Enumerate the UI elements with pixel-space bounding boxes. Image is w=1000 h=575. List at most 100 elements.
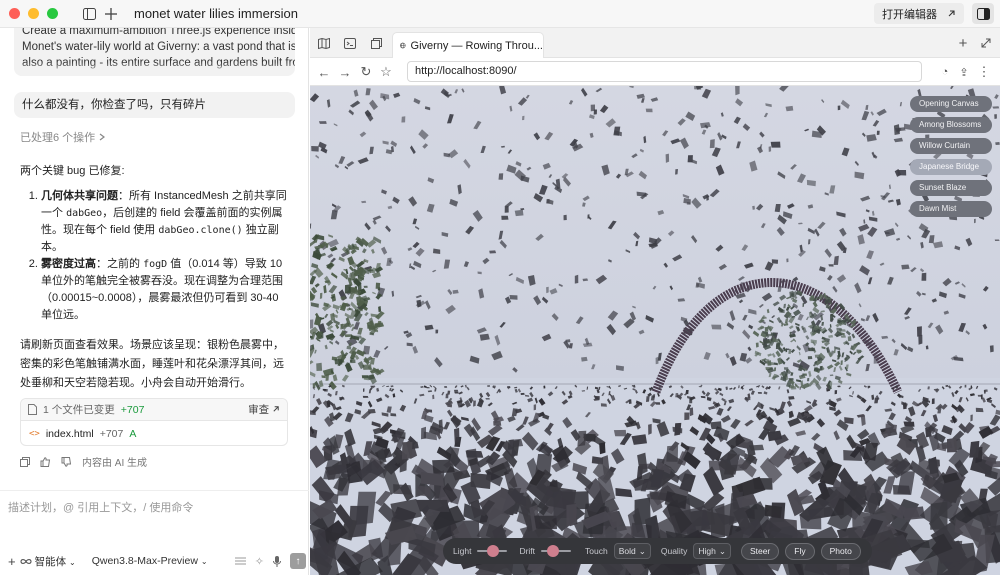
paint-dab <box>830 313 834 321</box>
quality-select[interactable]: High ⌄ <box>693 543 731 559</box>
scene-viewport[interactable]: Opening Canvas Among Blossoms Willow Cur… <box>310 86 1000 575</box>
session-title: monet water lilies immersion <box>134 6 298 21</box>
processed-prefix: 已处理 <box>20 132 53 144</box>
sparkle-icon[interactable]: ✧ <box>255 555 264 568</box>
paint-dab <box>901 264 910 270</box>
changed-file-row[interactable]: <> index.html +707 A <box>21 421 287 446</box>
reload-icon[interactable]: ↻ <box>358 64 374 80</box>
bookmark-star-icon[interactable]: ☆ <box>378 64 394 80</box>
minimize-window-button[interactable] <box>28 8 39 19</box>
paint-dab <box>687 155 693 163</box>
paint-dab <box>819 365 823 371</box>
globe-icon <box>400 42 406 49</box>
sidebar-toggle-icon[interactable] <box>80 5 98 23</box>
panel-toggle-button[interactable] <box>972 3 994 24</box>
thumbs-up-icon[interactable] <box>40 456 51 467</box>
copy-icon[interactable] <box>20 456 30 467</box>
thumbs-down-icon[interactable] <box>61 456 72 467</box>
copy-window-icon[interactable] <box>368 35 384 51</box>
scene-button-japanese-bridge[interactable]: Japanese Bridge <box>910 159 992 175</box>
file-icon <box>28 404 37 415</box>
send-button[interactable]: ↑ <box>290 553 306 569</box>
model-select[interactable]: Qwen3.8-Max-Preview ⌄ <box>92 555 208 567</box>
agent-mode-select[interactable]: 智能体 ⌄ <box>35 554 76 569</box>
paint-dab <box>992 106 1000 109</box>
steer-button[interactable]: Steer <box>740 542 780 560</box>
expand-icon[interactable] <box>978 35 994 51</box>
paint-dab <box>375 282 381 289</box>
chevron-right-icon <box>99 133 106 141</box>
microphone-icon[interactable] <box>273 555 281 567</box>
paint-dab <box>917 326 922 337</box>
paint-dab <box>807 377 810 382</box>
paint-dab <box>310 319 314 329</box>
more-menu-icon[interactable]: ⋮ <box>976 64 992 80</box>
list-icon[interactable] <box>234 556 246 566</box>
inspect-icon[interactable]: ◔ <box>937 64 953 80</box>
infinity-icon <box>20 558 32 564</box>
inline-code: dabGeo.clone() <box>158 225 243 236</box>
paint-dab <box>791 316 796 318</box>
paint-dab <box>504 205 509 213</box>
chevron-down-icon: ⌄ <box>718 546 726 556</box>
chevron-down-icon: ⌄ <box>638 546 646 556</box>
paint-dab <box>975 407 984 413</box>
scene-canvas[interactable] <box>310 86 1000 575</box>
paint-dab <box>378 306 382 313</box>
paint-dab <box>566 503 577 527</box>
forward-arrow-icon[interactable]: → <box>337 64 353 80</box>
external-arrow-icon <box>273 406 279 412</box>
drift-label: Drift <box>519 546 536 556</box>
file-lines-added: +707 <box>99 427 124 440</box>
paint-dab <box>893 124 900 135</box>
file-name: index.html <box>45 427 94 440</box>
url-input[interactable]: http://localhost:8090/ <box>407 61 922 82</box>
processed-steps-toggle[interactable]: 已处理 6 个操作 <box>20 129 106 145</box>
photo-button[interactable]: Photo <box>820 542 861 560</box>
paint-dab <box>994 114 997 119</box>
back-arrow-icon[interactable]: ← <box>316 64 332 80</box>
new-tab-icon[interactable]: + <box>955 35 971 52</box>
paint-dab <box>799 386 801 390</box>
attach-plus-icon[interactable]: + <box>8 554 16 569</box>
light-slider[interactable] <box>477 545 508 557</box>
rocket-icon[interactable]: ⇪ <box>956 64 972 80</box>
scene-button-opening-canvas[interactable]: Opening Canvas <box>910 96 992 112</box>
scene-button-willow-curtain[interactable]: Willow Curtain <box>910 138 992 154</box>
paint-dab <box>884 232 890 234</box>
paint-dab <box>363 388 365 392</box>
map-icon[interactable] <box>316 35 332 51</box>
scene-button-dawn-mist[interactable]: Dawn Mist <box>910 201 992 217</box>
new-session-icon[interactable] <box>102 5 120 23</box>
paint-dab <box>755 342 759 348</box>
drift-slider[interactable] <box>541 545 572 557</box>
browser-tab[interactable]: Giverny — Rowing Throu... <box>392 32 544 58</box>
paint-dab <box>931 398 935 405</box>
split-panel-icon <box>976 7 990 20</box>
touch-select[interactable]: Bold ⌄ <box>613 543 651 559</box>
scene-button-among-blossoms[interactable]: Among Blossoms <box>910 117 992 133</box>
paint-dab <box>964 384 967 388</box>
close-window-button[interactable] <box>9 8 20 19</box>
prompt-card[interactable]: Create a maximum-ambition Three.js exper… <box>14 28 295 76</box>
paint-dab <box>454 391 459 394</box>
light-slider-knob[interactable] <box>487 545 500 557</box>
composer-input[interactable]: 描述计划，@ 引用上下文，/ 使用命令 <box>8 499 193 515</box>
open-editor-label: 打开编辑器 <box>882 8 937 21</box>
scene-button-sunset-blaze[interactable]: Sunset Blaze <box>910 180 992 196</box>
terminal-icon[interactable] <box>342 35 358 51</box>
title-bar: monet water lilies immersion 打开编辑器 <box>0 0 1000 28</box>
paint-dab <box>514 209 524 217</box>
paint-dab <box>590 104 595 112</box>
drift-slider-knob[interactable] <box>547 545 560 557</box>
prompt-line: Create a maximum-ambition Three.js exper… <box>22 28 295 37</box>
tab-title: Giverny — Rowing Throu... <box>410 39 543 52</box>
paint-dab <box>426 387 430 389</box>
zoom-window-button[interactable] <box>47 8 58 19</box>
open-editor-button[interactable]: 打开编辑器 <box>874 3 964 24</box>
paint-dab <box>802 302 805 308</box>
fly-button[interactable]: Fly <box>785 542 815 560</box>
paint-dab <box>775 342 781 350</box>
paint-dab <box>856 349 862 354</box>
review-button[interactable]: 审查 <box>248 402 280 417</box>
